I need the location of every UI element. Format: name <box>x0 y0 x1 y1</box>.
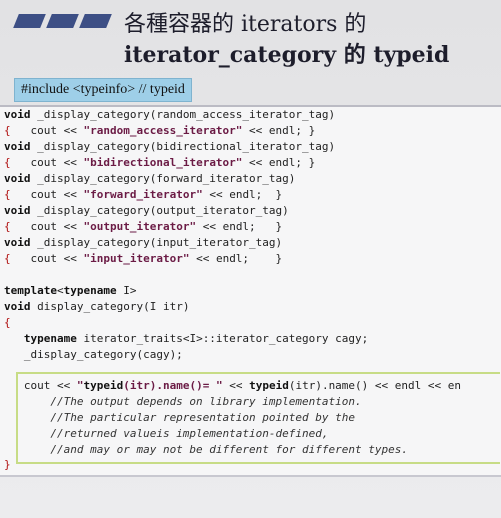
code-line: //and may or may not be different for di… <box>4 443 408 456</box>
code-line: _display_category(cagy); <box>4 348 183 361</box>
code-line: { <box>4 316 11 329</box>
code-line: { cout << "random_access_iterator" << en… <box>4 124 316 137</box>
title-line-2: iterator_category 的 typeid <box>124 42 450 68</box>
code-line: { cout << "bidirectional_iterator" << en… <box>4 156 316 169</box>
decor-bar-1 <box>13 14 46 28</box>
code-line: //The particular representation pointed … <box>4 411 355 424</box>
decor-bar-2 <box>46 14 79 28</box>
footer-divider <box>0 475 501 477</box>
code-line: { cout << "forward_iterator" << endl; } <box>4 188 283 201</box>
decor-bar-3 <box>79 14 112 28</box>
title-decoration <box>13 14 112 28</box>
code-line: void _display_category(bidirectional_ite… <box>4 140 336 153</box>
code-line: cout << "typeid(itr).name()= " << typeid… <box>4 379 462 392</box>
code-line: //returned valueis implementation-define… <box>4 427 329 440</box>
code-line: template<typename I> <box>4 284 137 297</box>
code-line: void _display_category(forward_iterator_… <box>4 172 296 185</box>
code-line: //The output depends on library implemen… <box>4 395 362 408</box>
code-line: typename iterator_traits<I>::iterator_ca… <box>23 332 369 345</box>
code-line: { cout << "input_iterator" << endl; } <box>4 252 283 265</box>
code-line: } <box>4 458 11 471</box>
slide: 各種容器的 iterators 的 iterator_category 的 ty… <box>0 0 501 518</box>
code-line: void _display_category(random_access_ite… <box>4 108 336 121</box>
code-line: { cout << "output_iterator" << endl; } <box>4 220 283 233</box>
include-label: #include <typeinfo> // typeid <box>14 78 192 102</box>
code-line: void _display_category(output_iterator_t… <box>4 204 289 217</box>
title-line-1: 各種容器的 iterators 的 <box>124 12 367 37</box>
code-line: void display_category(I itr) <box>4 300 190 313</box>
slide-title: 各種容器的 iterators 的 iterator_category 的 ty… <box>124 10 449 70</box>
code-line: void _display_category(input_iterator_ta… <box>4 236 283 249</box>
